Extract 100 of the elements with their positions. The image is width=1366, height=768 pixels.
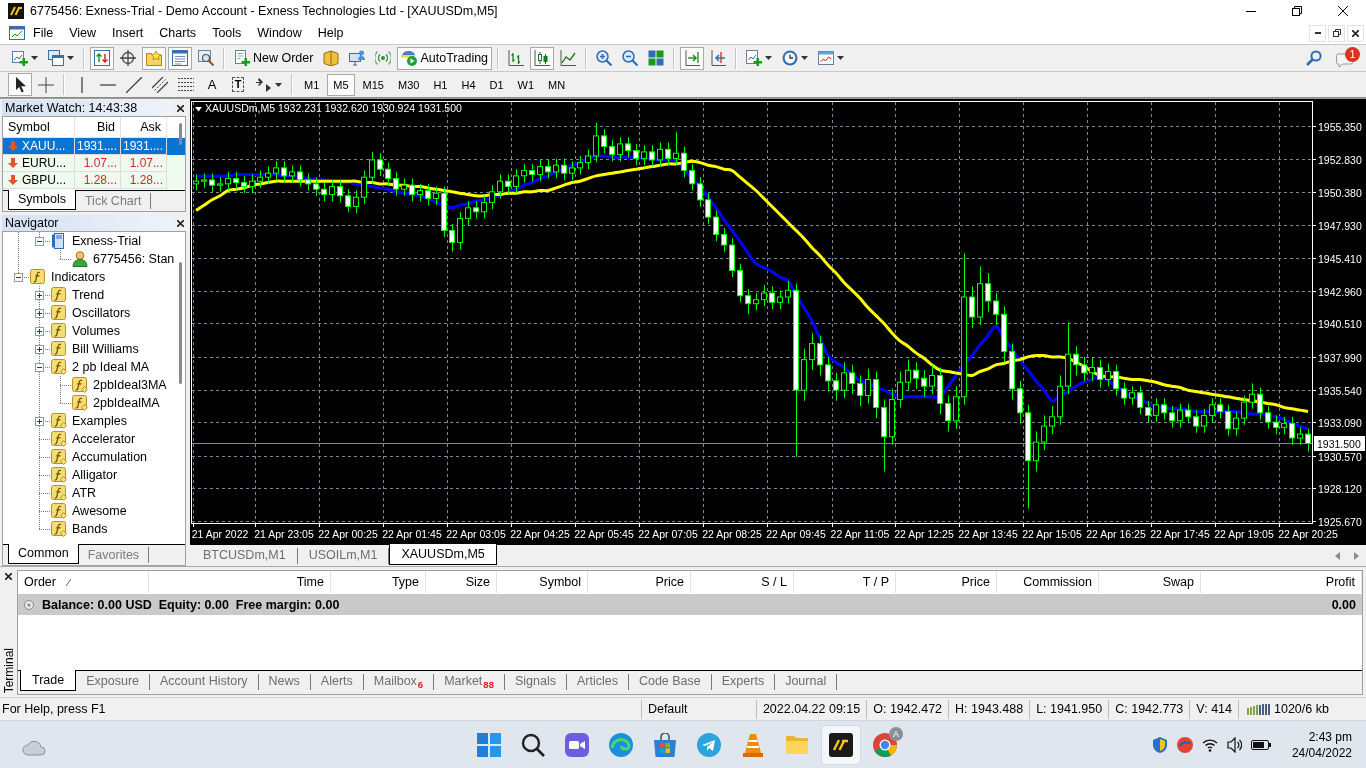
chart-tab[interactable]: XAUUSDm,M5 (389, 544, 497, 565)
tree-item[interactable]: Examples (72, 414, 127, 428)
tray-app-icon[interactable] (1176, 736, 1193, 753)
period-button[interactable]: MN (542, 73, 572, 96)
panel-tab[interactable]: Symbols (8, 190, 76, 210)
terminal-tab[interactable]: Account History (150, 674, 259, 690)
collapse-icon[interactable] (35, 363, 44, 372)
terminal-tab[interactable]: Articles (566, 674, 629, 690)
period-button[interactable]: D1 (483, 73, 510, 96)
tree-item[interactable]: ATR (72, 486, 97, 500)
toolbar-button[interactable] (90, 46, 114, 70)
panel-tab[interactable]: Tick Chart (75, 193, 152, 209)
menu-item[interactable]: Tools (204, 25, 250, 41)
period-button[interactable]: M15 (356, 73, 390, 96)
menu-item[interactable]: Window (249, 25, 310, 41)
tree-item[interactable]: Bill Williams (72, 342, 139, 356)
menu-item[interactable]: Help (309, 25, 352, 41)
triangle-icon[interactable] (195, 107, 202, 112)
period-button[interactable]: M1 (298, 73, 326, 96)
expand-icon[interactable] (35, 291, 44, 300)
quote-row[interactable]: EURU... 1.07... 1.07... (3, 155, 185, 172)
expand-icon[interactable] (35, 417, 44, 426)
candle-wick (852, 364, 853, 395)
tool-button[interactable] (8, 73, 32, 96)
close-icon[interactable] (177, 104, 184, 112)
terminal-tab[interactable]: Signals (504, 674, 567, 690)
panel-tab[interactable]: Favorites (78, 547, 150, 563)
menu-item[interactable]: View (61, 25, 105, 41)
speaker-icon[interactable] (1226, 736, 1242, 753)
tree-item[interactable]: 2 pb Ideal MA (72, 360, 150, 374)
candle-wick (1180, 403, 1181, 428)
scroll-right-icon[interactable] (1354, 552, 1359, 560)
tree-item[interactable]: Volumes (72, 324, 120, 338)
scrollbar-thumb[interactable] (179, 123, 182, 145)
quote-row[interactable]: XAUU... 1931.... 1931.... (3, 138, 185, 155)
search-icon[interactable] (1306, 50, 1322, 66)
scrollbar-thumb[interactable] (179, 262, 182, 384)
candle-wick (516, 168, 517, 194)
candle-wick (452, 223, 453, 253)
terminal-tab[interactable]: Trade (20, 670, 77, 691)
tree-item[interactable]: 2pbIdeal3MA (93, 378, 167, 392)
clock-date[interactable]: 24/04/2022 (1291, 744, 1352, 761)
candle-wick (1148, 400, 1149, 423)
chart-tab[interactable]: BTCUSDm,M1 (192, 548, 298, 564)
terminal-tab[interactable]: Code Base (628, 674, 712, 690)
tree-item[interactable]: Bands (72, 522, 108, 536)
period-button[interactable]: H1 (427, 73, 454, 96)
tool-button[interactable]: A (200, 73, 224, 96)
terminal-tab[interactable]: Journal (775, 674, 838, 690)
minimize-button[interactable] (1309, 24, 1326, 42)
tree-item[interactable]: Indicators (51, 270, 106, 284)
toolbar-button[interactable]: New Order (230, 46, 318, 70)
restore-icon[interactable] (1292, 6, 1302, 16)
period-button[interactable]: M30 (391, 73, 426, 96)
toolbar-button[interactable] (530, 46, 555, 70)
wifi-icon[interactable] (1201, 737, 1218, 752)
terminal-tab[interactable]: Experts (711, 674, 776, 690)
menu-item[interactable]: Charts (151, 25, 205, 41)
tree-item[interactable]: Oscillators (72, 306, 131, 320)
shield-icon[interactable] (1151, 736, 1168, 753)
scroll-left-icon[interactable] (1335, 552, 1340, 560)
terminal-tab[interactable]: Exposure (76, 674, 150, 690)
period-button[interactable]: H4 (455, 73, 482, 96)
minimize-icon[interactable] (1246, 10, 1256, 12)
close-button[interactable] (1347, 24, 1364, 42)
toolbar-button[interactable]: AutoTrading (397, 46, 493, 70)
expand-icon[interactable] (35, 327, 44, 336)
tree-item[interactable]: Accumulation (72, 450, 148, 464)
tree-item[interactable]: Exness-Trial (72, 234, 141, 248)
period-button[interactable]: M5 (327, 73, 355, 96)
expand-icon[interactable] (35, 309, 44, 318)
terminal-tab[interactable]: Alerts (310, 674, 364, 690)
restore-button[interactable] (1328, 24, 1345, 42)
tree-item[interactable]: Accelerator (72, 432, 136, 446)
clock-time[interactable]: 2:43 pm (1308, 728, 1352, 745)
expand-icon[interactable] (35, 345, 44, 354)
tree-item[interactable]: 2pbIdealMA (93, 396, 160, 410)
close-icon[interactable] (5, 573, 12, 580)
toolbar-button[interactable] (168, 46, 192, 70)
chart-window-icon[interactable] (9, 26, 25, 40)
taskbar-button[interactable] (821, 724, 861, 765)
tool-button[interactable]: T (226, 73, 250, 96)
tree-item[interactable]: 6775456: Stan (93, 252, 175, 266)
tree-item[interactable]: Awesome (72, 504, 127, 518)
menu-item[interactable]: File (25, 25, 62, 41)
tree-item[interactable]: Alligator (72, 468, 118, 482)
period-button[interactable]: W1 (511, 73, 541, 96)
menu-item[interactable]: Insert (104, 25, 152, 41)
tree-item[interactable]: Trend (72, 288, 105, 302)
quote-row[interactable]: GBPU... 1.28... 1.28... (3, 172, 185, 189)
circle-icon[interactable] (24, 599, 34, 610)
toolbar-button[interactable] (680, 46, 705, 70)
battery-icon[interactable] (1250, 739, 1271, 750)
collapse-icon[interactable] (14, 273, 23, 282)
server-icon (51, 233, 67, 249)
close-icon[interactable] (1338, 6, 1348, 16)
close-icon[interactable] (177, 219, 184, 227)
collapse-icon[interactable] (35, 237, 44, 246)
panel-tab[interactable]: Common (8, 544, 79, 564)
terminal-tab[interactable]: News (258, 674, 311, 690)
